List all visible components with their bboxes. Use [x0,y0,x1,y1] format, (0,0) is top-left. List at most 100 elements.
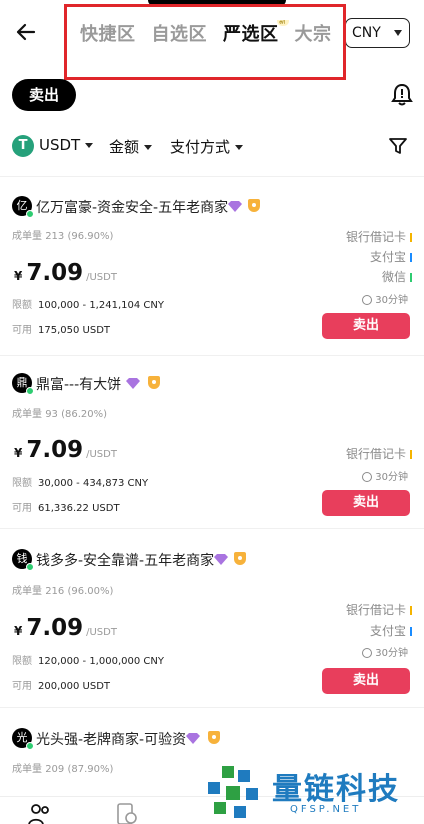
available-row: 可用 200,000 USDT [12,677,110,692]
order-value: 216 (96.00%) [45,586,114,597]
sell-button[interactable]: 卖出 [322,490,410,516]
merchant-name[interactable]: 鼎富---有大饼 [36,374,121,394]
limit-label: 限额 [12,656,32,667]
limit-value: 30,000 - 434,873 CNY [38,478,149,489]
merchant-avatar: 光 [12,728,34,750]
limit-row: 限额 100,000 - 1,241,104 CNY [12,296,164,311]
payment-method-label: 银行借记卡 [345,603,406,617]
limit-row: 限额 30,000 - 434,873 CNY [12,474,148,489]
time-limit: 30分钟 [362,644,408,659]
price-value: 7.09 [26,260,84,286]
currency-selector[interactable]: CNY [345,18,410,48]
caret-down-icon [85,143,94,148]
price: ¥7.09/USDT [14,437,117,463]
sell-toggle-button[interactable]: 卖出 [12,79,76,111]
limit-row: 限额 120,000 - 1,000,000 CNY [12,652,164,667]
payment-method-label: 银行借记卡 [345,230,406,244]
limit-value: 100,000 - 1,241,104 CNY [38,300,164,311]
merchant-card[interactable]: 亿 亿万富豪-资金安全-五年老商家 成单量 213 (96.90%) ¥7.09… [0,176,424,354]
limit-label: 限额 [12,478,32,489]
time-limit-value: 30分钟 [375,648,408,659]
merchant-avatar: 鼎 [12,373,34,395]
coin-filter-label: USDT [39,136,81,154]
available-row: 可用 61,336.22 USDT [12,499,120,514]
verified-shield-icon [248,199,260,212]
online-status-dot [26,387,34,395]
verified-shield-icon [208,731,220,744]
price: ¥7.09/USDT [14,615,117,641]
highlight-box [64,4,346,80]
watermark-emblem-icon [208,766,258,818]
sell-button[interactable]: 卖出 [322,313,410,339]
payment-color-bar [410,253,412,262]
available-value: 61,336.22 USDT [38,503,120,514]
currency-symbol: ¥ [14,446,23,460]
time-limit-value: 30分钟 [375,472,408,483]
payment-method-label: 银行借记卡 [345,447,406,461]
payment-color-bar [410,233,412,242]
payment-method-label: 支付宝 [369,624,406,638]
filter-funnel-icon[interactable] [388,136,408,156]
verified-shield-icon [234,552,246,565]
payment-method: 银行借记卡 [346,601,412,618]
available-label: 可用 [12,681,32,692]
currency-symbol: ¥ [14,624,23,638]
notification-bell-icon[interactable] [390,82,414,108]
watermark-text: 量链科技 [272,772,400,807]
price: ¥7.09/USDT [14,260,117,286]
users-icon[interactable] [28,803,52,824]
payment-color-bar [410,627,412,636]
merchant-name[interactable]: 亿万富豪-资金安全-五年老商家 [36,197,228,217]
order-label: 成单量 [12,764,42,775]
currency-symbol: ¥ [14,269,23,283]
payment-method: 银行借记卡 [346,228,412,245]
clock-icon [362,472,373,482]
payment-method: 银行借记卡 [346,445,412,462]
diamond-icon [126,378,140,389]
order-count: 成单量 216 (96.00%) [12,582,113,597]
merchant-avatar: 钱 [12,549,34,571]
diamond-icon [228,201,242,212]
currency-label: CNY [352,25,381,41]
merchant-card[interactable]: 鼎 鼎富---有大饼 成单量 93 (86.20%) ¥7.09/USDT 限额… [0,355,424,527]
caret-down-icon [235,145,244,150]
available-value: 200,000 USDT [38,681,111,692]
price-unit: /USDT [86,449,117,460]
watermark-url: QFSP.NET [290,804,362,815]
diamond-icon [186,733,200,744]
caret-down-icon [144,145,153,150]
price-unit: /USDT [86,272,117,283]
merchant-card[interactable]: 钱 钱多多-安全靠谱-五年老商家 成单量 216 (96.00%) ¥7.09/… [0,528,424,706]
merchant-avatar: 亿 [12,196,34,218]
order-count: 成单量 209 (87.90%) [12,760,113,775]
order-label: 成单量 [12,409,42,420]
payment-color-bar [410,606,412,615]
payment-color-bar [410,450,412,459]
clock-icon [362,648,373,658]
merchant-name[interactable]: 钱多多-安全靠谱-五年老商家 [36,550,214,570]
payment-method: 支付宝 [370,622,412,639]
limit-label: 限额 [12,300,32,311]
caret-down-icon [394,30,402,36]
price-value: 7.09 [26,615,84,641]
merchant-name[interactable]: 光头强-老牌商家-可验资 [36,729,186,749]
sell-button[interactable]: 卖出 [322,668,410,694]
available-label: 可用 [12,503,32,514]
orders-clock-icon[interactable] [116,803,138,824]
coin-filter[interactable]: USDT [39,136,94,154]
payment-color-bar [410,273,412,282]
avatar-char: 亿 [16,199,28,212]
diamond-icon [214,554,228,565]
time-limit-value: 30分钟 [375,295,408,306]
available-label: 可用 [12,325,32,336]
order-count: 成单量 213 (96.90%) [12,227,113,242]
payment-method-label: 微信 [381,270,406,284]
usdt-coin-icon: T [12,135,34,157]
amount-filter[interactable]: 金额 [109,136,153,157]
online-status-dot [26,210,34,218]
order-count: 成单量 93 (86.20%) [12,405,107,420]
back-arrow-icon[interactable] [12,18,40,46]
payment-filter-label: 支付方式 [170,138,231,156]
payment-filter[interactable]: 支付方式 [170,136,244,157]
limit-value: 120,000 - 1,000,000 CNY [38,656,164,667]
